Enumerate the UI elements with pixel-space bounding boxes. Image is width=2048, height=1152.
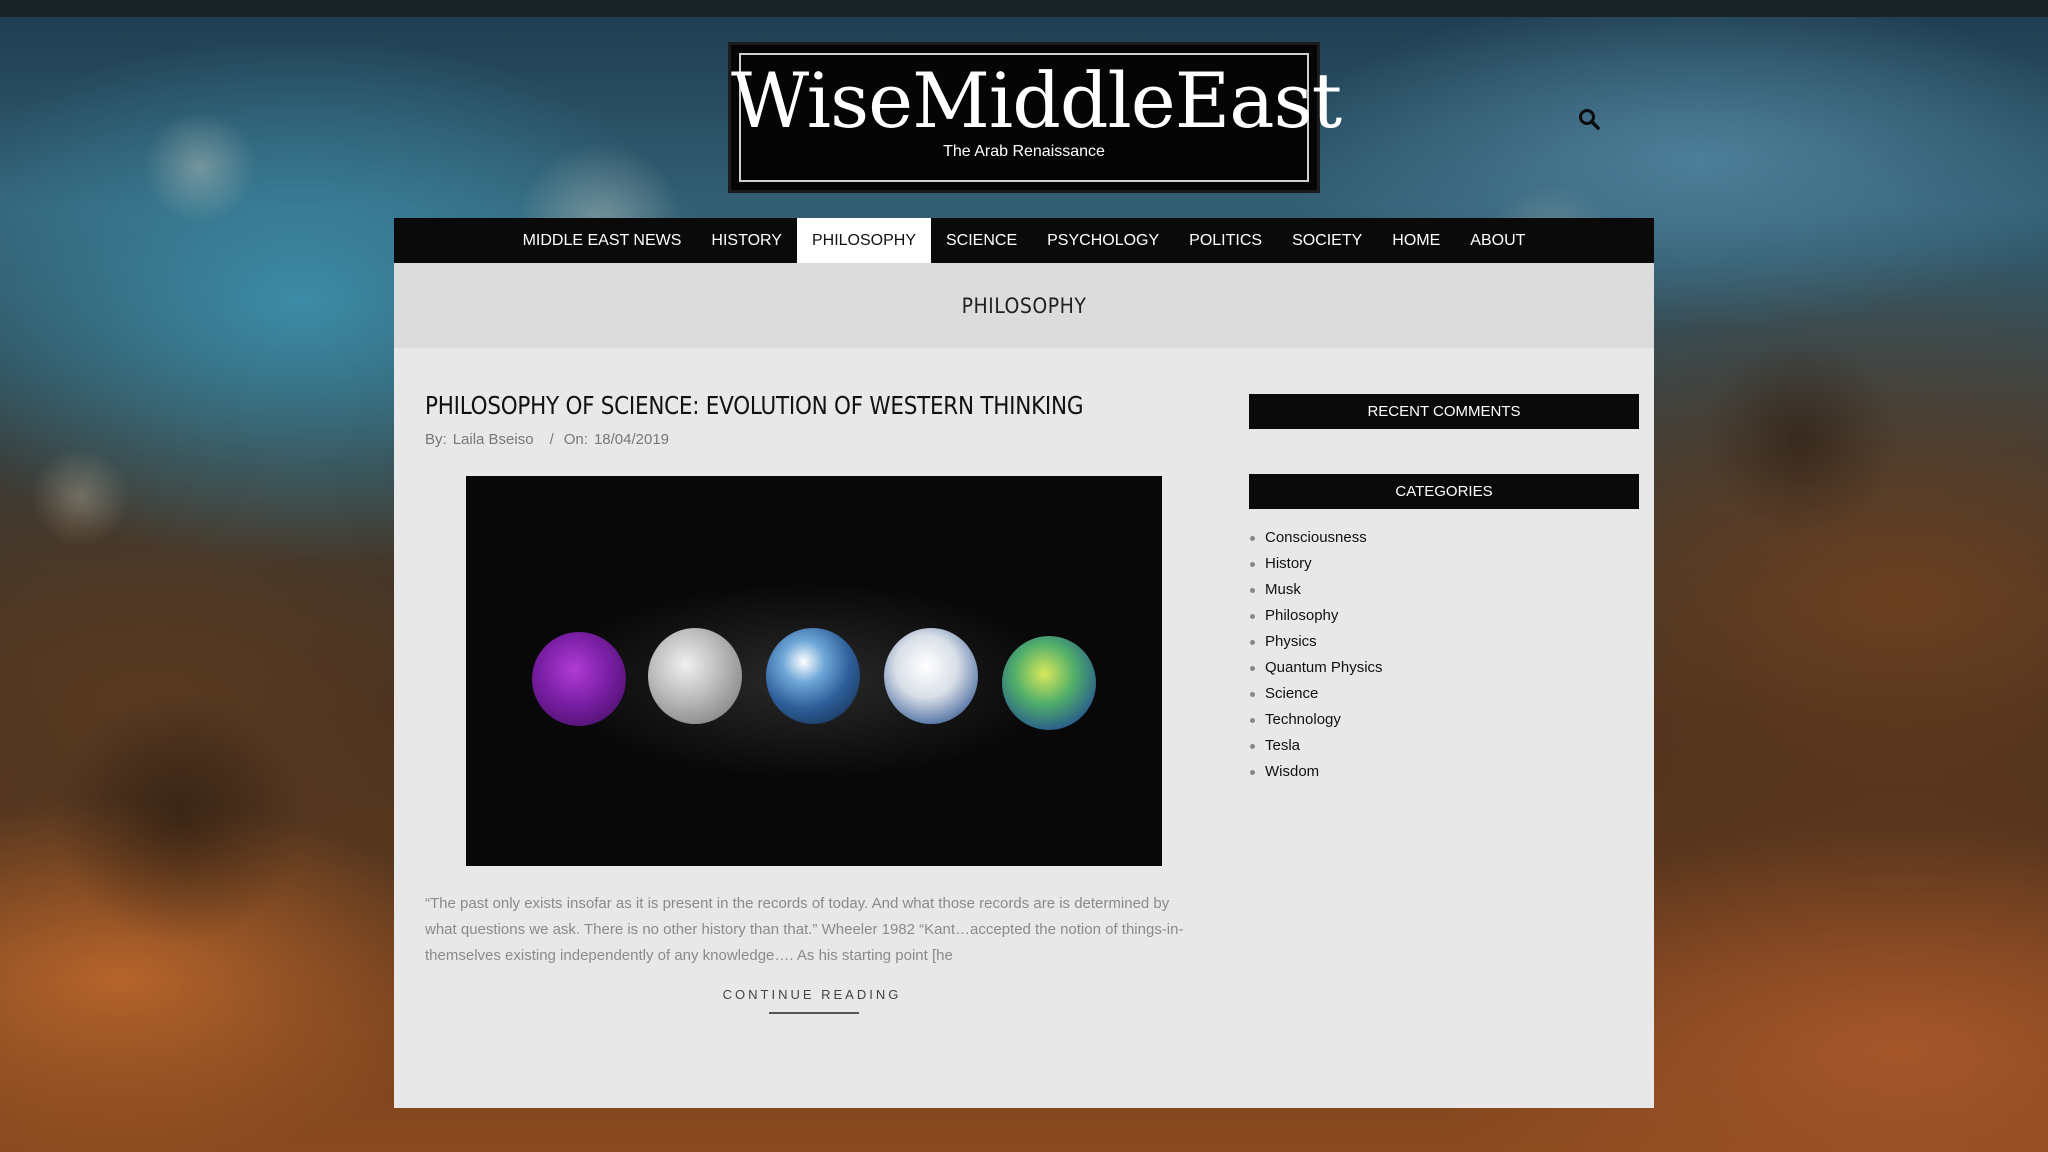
nav-item-home[interactable]: HOME	[1377, 218, 1455, 263]
category-title: PHILOSOPHY	[961, 293, 1087, 318]
site-logo[interactable]: WiseMiddleEast The Arab Renaissance	[728, 42, 1342, 193]
categories-title: CATEGORIES	[1249, 474, 1639, 509]
site-tagline: The Arab Renaissance	[943, 143, 1105, 160]
nav-item-about[interactable]: ABOUT	[1455, 218, 1540, 263]
category-item[interactable]: Physics	[1249, 629, 1383, 655]
category-header: PHILOSOPHY	[394, 263, 1654, 348]
continue-underline	[769, 1012, 859, 1014]
post-excerpt: “The past only exists insofar as it is p…	[425, 895, 1184, 964]
site-title: WiseMiddleEast	[731, 56, 1342, 145]
category-item[interactable]: Musk	[1249, 577, 1383, 603]
content-panel: PHILOSOPHY PHILOSOPHY OF SCIENCE: EVOLUT…	[394, 263, 1654, 1108]
nav-item-middle-east-news[interactable]: MIDDLE EAST NEWS	[508, 218, 697, 263]
search-icon[interactable]	[1578, 108, 1600, 130]
orb-earth	[766, 628, 860, 724]
category-item[interactable]: Wisdom	[1249, 759, 1383, 785]
nav-item-history[interactable]: HISTORY	[696, 218, 797, 263]
nav-item-philosophy[interactable]: PHILOSOPHY	[796, 218, 931, 263]
post-date[interactable]: 18/04/2019	[594, 431, 669, 448]
orb-purple	[532, 632, 626, 726]
post-meta: By: Laila Bseiso / On: 18/04/2019	[425, 431, 675, 448]
top-bar	[0, 0, 2048, 17]
categories-list: Consciousness History Musk Philosophy Ph…	[1249, 525, 1383, 785]
category-item[interactable]: Tesla	[1249, 733, 1383, 759]
category-item[interactable]: Consciousness	[1249, 525, 1383, 551]
by-label: By:	[425, 431, 447, 448]
category-item[interactable]: Quantum Physics	[1249, 655, 1383, 681]
nav-item-psychology[interactable]: PSYCHOLOGY	[1032, 218, 1174, 263]
nav-item-society[interactable]: SOCIETY	[1277, 218, 1377, 263]
on-label: On:	[563, 431, 588, 448]
meta-separator: /	[549, 431, 554, 448]
recent-comments-title: RECENT COMMENTS	[1249, 394, 1639, 429]
nav-item-science[interactable]: SCIENCE	[931, 218, 1032, 263]
main-nav: MIDDLE EAST NEWS HISTORY PHILOSOPHY SCIE…	[394, 218, 1654, 263]
orb-green	[1002, 636, 1096, 730]
category-item[interactable]: Technology	[1249, 707, 1383, 733]
nav-item-politics[interactable]: POLITICS	[1174, 218, 1277, 263]
category-item[interactable]: History	[1249, 551, 1383, 577]
post-title[interactable]: PHILOSOPHY OF SCIENCE: EVOLUTION OF WEST…	[425, 391, 1083, 420]
continue-reading-link[interactable]: CONTINUE READING	[694, 987, 930, 1002]
post-author[interactable]: Laila Bseiso	[453, 431, 534, 448]
category-item[interactable]: Science	[1249, 681, 1383, 707]
orb-moon	[648, 628, 742, 724]
featured-image[interactable]	[466, 476, 1162, 866]
category-item[interactable]: Philosophy	[1249, 603, 1383, 629]
orb-blue-spots	[884, 628, 978, 724]
